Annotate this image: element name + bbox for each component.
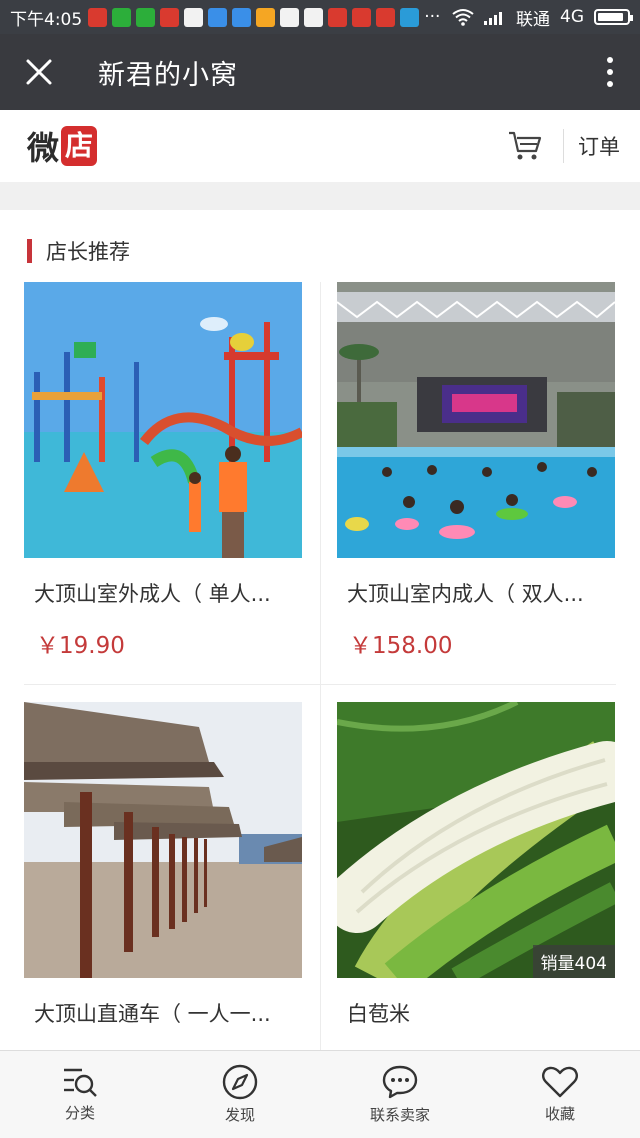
section-title: 店长推荐	[46, 240, 130, 264]
notification-app-icon	[112, 7, 132, 27]
title-bar: 新君的小窝	[0, 34, 640, 110]
battery-level	[598, 13, 623, 21]
product-name[interactable]: 大顶山室内成人（ 双人...	[347, 578, 615, 608]
sales-badge: 销量404	[532, 945, 615, 978]
orders-link[interactable]: 订单	[578, 131, 620, 161]
product-name[interactable]: 白苞米	[347, 998, 615, 1028]
notification-app-icon	[88, 7, 108, 27]
logo-text-dian: 店	[61, 126, 98, 166]
shopping-cart-icon	[509, 131, 542, 160]
product-card[interactable]: 大顶山室内成人（ 双人... ￥158.00	[337, 282, 615, 660]
signal-icon	[484, 12, 502, 25]
more-vertical-icon	[607, 57, 613, 87]
chat-bubble-icon	[382, 1065, 418, 1099]
shop-header: 微 店 订单	[0, 110, 640, 182]
notification-app-icon	[328, 7, 348, 27]
notification-app-icon	[400, 7, 420, 27]
notification-app-icon	[376, 7, 396, 27]
product-image-white-corn[interactable]: 销量404	[337, 702, 615, 978]
product-card[interactable]: 大顶山室外成人（ 单人... ￥19.90	[24, 282, 302, 660]
nav-label: 分类	[64, 1104, 95, 1122]
product-name[interactable]: 大顶山室外成人（ 单人...	[34, 578, 302, 608]
product-card[interactable]: 销量404 白苞米	[337, 702, 615, 1028]
more-options-button[interactable]	[580, 34, 640, 110]
category-search-icon	[64, 1068, 97, 1097]
status-time: 下午4:05	[10, 9, 83, 30]
bottom-nav: 分类 发现 联系卖家 收藏	[0, 1050, 640, 1138]
notification-app-icon	[304, 7, 324, 27]
header-divider	[563, 129, 564, 163]
product-image-outdoor-waterpark[interactable]	[24, 282, 302, 558]
grid-vertical-divider	[320, 282, 321, 1050]
close-icon	[26, 59, 52, 85]
notification-app-icon	[208, 7, 228, 27]
nav-item-contact-seller[interactable]: 联系卖家	[320, 1051, 480, 1138]
product-price: ￥158.00	[349, 633, 453, 659]
product-name[interactable]: 大顶山直通车（ 一人一...	[34, 998, 302, 1028]
nav-item-discover[interactable]: 发现	[160, 1051, 320, 1138]
nav-label: 发现	[224, 1106, 255, 1124]
notification-app-icon	[352, 7, 372, 27]
notification-app-icon	[256, 7, 276, 27]
network-label: 4G	[560, 7, 584, 27]
nav-item-category[interactable]: 分类	[0, 1051, 160, 1138]
close-button[interactable]	[0, 34, 78, 110]
section-accent-bar	[27, 239, 32, 263]
recommended-section: 店长推荐 大顶山室外成人（ 单人... ￥19.90 大顶山室内成人（ 双人..…	[0, 210, 640, 1050]
product-card[interactable]: 大顶山直通车（ 一人一...	[24, 702, 302, 1028]
status-bar: 下午4:05 ··· 联通 4G	[0, 0, 640, 34]
product-image-beach-umbrellas[interactable]	[24, 702, 302, 978]
compass-icon	[222, 1064, 258, 1100]
product-price: ￥19.90	[36, 633, 125, 659]
logo-text-wei: 微	[27, 129, 60, 167]
product-image-indoor-waterpark[interactable]	[337, 282, 615, 558]
notification-app-icon	[232, 7, 252, 27]
nav-label: 收藏	[544, 1105, 575, 1123]
battery-icon	[594, 9, 633, 25]
section-header: 店长推荐	[27, 236, 130, 266]
more-notifications-icon: ···	[424, 7, 441, 27]
page-title: 新君的小窝	[98, 59, 238, 91]
grid-horizontal-divider	[24, 684, 616, 685]
weidian-logo[interactable]: 微 店	[27, 123, 98, 169]
nav-label: 联系卖家	[369, 1106, 430, 1124]
heart-icon	[542, 1066, 578, 1098]
notification-app-icon	[280, 7, 300, 27]
cart-button[interactable]	[495, 116, 555, 176]
notification-app-icon	[136, 7, 156, 27]
nav-item-favorites[interactable]: 收藏	[480, 1051, 640, 1138]
notification-icons: ···	[88, 7, 440, 27]
notification-app-icon	[160, 7, 180, 27]
notification-app-icon	[184, 7, 204, 27]
wifi-icon	[452, 9, 474, 26]
carrier-label: 联通	[516, 9, 550, 30]
